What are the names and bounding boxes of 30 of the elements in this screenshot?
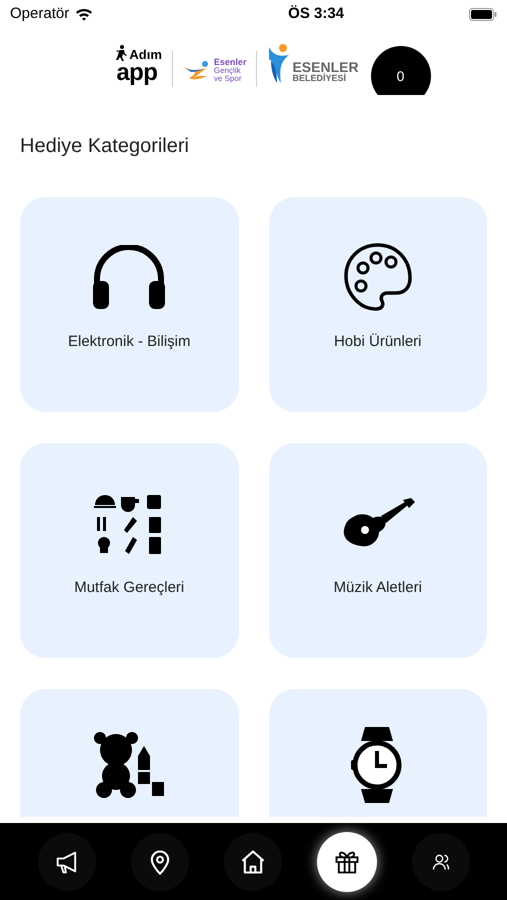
palette-icon [342, 242, 413, 312]
clock-time: ÖS 3:34 [288, 4, 344, 24]
wifi-icon [75, 7, 94, 21]
logo-text: ve Spor [214, 75, 242, 83]
logo-text: ESENLER [292, 60, 359, 74]
nav-button[interactable] [316, 832, 376, 892]
users-icon [430, 852, 450, 872]
category-card[interactable]: Elektronik - Bilişim [20, 197, 238, 412]
category-card[interactable]: Mutfak Gereçleri [20, 443, 238, 658]
category-label: Müzik Aletleri [334, 578, 422, 598]
points-badge: 0 [370, 46, 431, 95]
category-card[interactable]: Hobi Ürünleri [268, 197, 487, 412]
category-label: Hobi Ürünleri [334, 332, 422, 352]
logo-text: Adım [129, 48, 162, 61]
category-card[interactable] [268, 689, 487, 817]
category-label: Mutfak Gereçleri [74, 578, 184, 598]
logo-text: BELEDİYESİ [292, 74, 347, 83]
logo-text: Gençlik [214, 67, 242, 75]
teddy-bear-and-blocks-icon [94, 732, 164, 798]
figure-logo-icon [267, 43, 292, 85]
walking-person-icon [116, 45, 128, 61]
category-label: Elektronik - Bilişim [68, 332, 191, 352]
carrier-name: Operatör [10, 4, 70, 24]
logo-text: app [116, 61, 158, 85]
headphones-icon [91, 245, 168, 309]
category-card[interactable] [20, 689, 238, 817]
battery-icon [468, 8, 497, 20]
section-title: Hediye Kategorileri [20, 134, 190, 159]
logo-text: Esenler [214, 58, 246, 67]
category-card[interactable]: Müzik Aletleri [268, 443, 487, 658]
